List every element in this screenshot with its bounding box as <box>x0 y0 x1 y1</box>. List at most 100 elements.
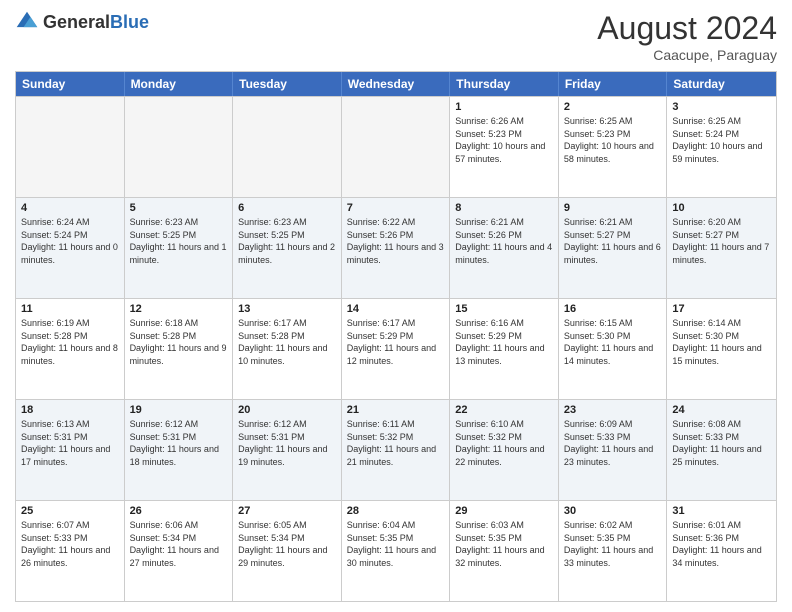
day-info: Sunrise: 6:01 AMSunset: 5:36 PMDaylight:… <box>672 519 771 569</box>
day-number: 22 <box>455 404 553 416</box>
day-cell-22: 22 Sunrise: 6:10 AMSunset: 5:32 PMDayligh… <box>450 400 559 500</box>
day-cell-13: 13 Sunrise: 6:17 AMSunset: 5:28 PMDayligh… <box>233 299 342 399</box>
header: GeneralBlue August 2024 Caacupe, Paragua… <box>15 10 777 63</box>
day-info: Sunrise: 6:02 AMSunset: 5:35 PMDaylight:… <box>564 519 662 569</box>
day-cell-8: 8 Sunrise: 6:21 AMSunset: 5:26 PMDaylight… <box>450 198 559 298</box>
day-number: 3 <box>672 101 771 113</box>
day-number: 29 <box>455 505 553 517</box>
day-cell-19: 19 Sunrise: 6:12 AMSunset: 5:31 PMDayligh… <box>125 400 234 500</box>
day-cell-26: 26Sunrise: 6:06 AMSunset: 5:34 PMDayligh… <box>125 501 234 601</box>
day-number: 18 <box>21 404 119 416</box>
calendar-row-1: 1 Sunrise: 6:26 AMSunset: 5:23 PMDaylight… <box>16 96 776 197</box>
day-info: Sunrise: 6:08 AMSunset: 5:33 PMDaylight:… <box>672 418 771 468</box>
subtitle: Caacupe, Paraguay <box>597 47 777 63</box>
day-info: Sunrise: 6:09 AMSunset: 5:33 PMDaylight:… <box>564 418 662 468</box>
day-info: Sunrise: 6:23 AMSunset: 5:25 PMDaylight:… <box>238 216 336 266</box>
day-info: Sunrise: 6:13 AMSunset: 5:31 PMDaylight:… <box>21 418 119 468</box>
day-info: Sunrise: 6:12 AMSunset: 5:31 PMDaylight:… <box>130 418 228 468</box>
day-number: 7 <box>347 202 445 214</box>
day-number: 16 <box>564 303 662 315</box>
day-number: 4 <box>21 202 119 214</box>
day-number: 6 <box>238 202 336 214</box>
day-number: 28 <box>347 505 445 517</box>
day-info: Sunrise: 6:21 AMSunset: 5:27 PMDaylight:… <box>564 216 662 266</box>
day-number: 8 <box>455 202 553 214</box>
day-info: Sunrise: 6:25 AMSunset: 5:23 PMDaylight:… <box>564 115 662 165</box>
header-day-friday: Friday <box>559 72 668 96</box>
header-day-monday: Monday <box>125 72 234 96</box>
header-day-thursday: Thursday <box>450 72 559 96</box>
header-day-saturday: Saturday <box>667 72 776 96</box>
day-info: Sunrise: 6:26 AMSunset: 5:23 PMDaylight:… <box>455 115 553 165</box>
day-info: Sunrise: 6:21 AMSunset: 5:26 PMDaylight:… <box>455 216 553 266</box>
day-info: Sunrise: 6:07 AMSunset: 5:33 PMDaylight:… <box>21 519 119 569</box>
day-info: Sunrise: 6:12 AMSunset: 5:31 PMDaylight:… <box>238 418 336 468</box>
page: GeneralBlue August 2024 Caacupe, Paragua… <box>0 0 792 612</box>
day-info: Sunrise: 6:15 AMSunset: 5:30 PMDaylight:… <box>564 317 662 367</box>
day-cell-21: 21Sunrise: 6:11 AMSunset: 5:32 PMDayligh… <box>342 400 451 500</box>
calendar-row-4: 18 Sunrise: 6:13 AMSunset: 5:31 PMDayligh… <box>16 399 776 500</box>
day-info: Sunrise: 6:14 AMSunset: 5:30 PMDaylight:… <box>672 317 771 367</box>
day-cell-1: 1 Sunrise: 6:26 AMSunset: 5:23 PMDaylight… <box>450 97 559 197</box>
day-cell-2: 2 Sunrise: 6:25 AMSunset: 5:23 PMDaylight… <box>559 97 668 197</box>
day-number: 20 <box>238 404 336 416</box>
day-cell-24: 24 Sunrise: 6:08 AMSunset: 5:33 PMDayligh… <box>667 400 776 500</box>
header-day-tuesday: Tuesday <box>233 72 342 96</box>
day-number: 14 <box>347 303 445 315</box>
day-number: 5 <box>130 202 228 214</box>
day-cell-28: 28 Sunrise: 6:04 AMSunset: 5:35 PMDayligh… <box>342 501 451 601</box>
day-info: Sunrise: 6:22 AMSunset: 5:26 PMDaylight:… <box>347 216 445 266</box>
day-number: 17 <box>672 303 771 315</box>
logo: GeneralBlue <box>15 10 149 34</box>
day-info: Sunrise: 6:25 AMSunset: 5:24 PMDaylight:… <box>672 115 771 165</box>
day-number: 2 <box>564 101 662 113</box>
logo-general: General <box>43 12 110 32</box>
day-info: Sunrise: 6:10 AMSunset: 5:32 PMDaylight:… <box>455 418 553 468</box>
day-number: 1 <box>455 101 553 113</box>
day-cell-27: 27Sunrise: 6:05 AMSunset: 5:34 PMDayligh… <box>233 501 342 601</box>
day-number: 24 <box>672 404 771 416</box>
day-number: 13 <box>238 303 336 315</box>
day-number: 9 <box>564 202 662 214</box>
day-number: 15 <box>455 303 553 315</box>
day-cell-11: 11 Sunrise: 6:19 AMSunset: 5:28 PMDayligh… <box>16 299 125 399</box>
day-number: 21 <box>347 404 445 416</box>
logo-blue: Blue <box>110 12 149 32</box>
day-info: Sunrise: 6:18 AMSunset: 5:28 PMDaylight:… <box>130 317 228 367</box>
day-cell-15: 15 Sunrise: 6:16 AMSunset: 5:29 PMDayligh… <box>450 299 559 399</box>
day-info: Sunrise: 6:17 AMSunset: 5:28 PMDaylight:… <box>238 317 336 367</box>
day-cell-7: 7 Sunrise: 6:22 AMSunset: 5:26 PMDaylight… <box>342 198 451 298</box>
day-info: Sunrise: 6:19 AMSunset: 5:28 PMDaylight:… <box>21 317 119 367</box>
day-cell-12: 12Sunrise: 6:18 AMSunset: 5:28 PMDayligh… <box>125 299 234 399</box>
day-cell-29: 29Sunrise: 6:03 AMSunset: 5:35 PMDayligh… <box>450 501 559 601</box>
calendar-header: SundayMondayTuesdayWednesdayThursdayFrid… <box>16 72 776 96</box>
empty-cell <box>342 97 451 197</box>
day-cell-10: 10Sunrise: 6:20 AMSunset: 5:27 PMDayligh… <box>667 198 776 298</box>
day-cell-31: 31 Sunrise: 6:01 AMSunset: 5:36 PMDayligh… <box>667 501 776 601</box>
day-number: 27 <box>238 505 336 517</box>
day-cell-5: 5 Sunrise: 6:23 AMSunset: 5:25 PMDaylight… <box>125 198 234 298</box>
day-info: Sunrise: 6:04 AMSunset: 5:35 PMDaylight:… <box>347 519 445 569</box>
day-info: Sunrise: 6:24 AMSunset: 5:24 PMDaylight:… <box>21 216 119 266</box>
day-cell-25: 25 Sunrise: 6:07 AMSunset: 5:33 PMDayligh… <box>16 501 125 601</box>
calendar-row-2: 4 Sunrise: 6:24 AMSunset: 5:24 PMDaylight… <box>16 197 776 298</box>
calendar-row-3: 11 Sunrise: 6:19 AMSunset: 5:28 PMDayligh… <box>16 298 776 399</box>
day-number: 25 <box>21 505 119 517</box>
day-cell-17: 17 Sunrise: 6:14 AMSunset: 5:30 PMDayligh… <box>667 299 776 399</box>
day-cell-23: 23 Sunrise: 6:09 AMSunset: 5:33 PMDayligh… <box>559 400 668 500</box>
empty-cell <box>16 97 125 197</box>
month-title: August 2024 <box>597 10 777 47</box>
day-info: Sunrise: 6:06 AMSunset: 5:34 PMDaylight:… <box>130 519 228 569</box>
calendar-body: 1 Sunrise: 6:26 AMSunset: 5:23 PMDaylight… <box>16 96 776 601</box>
empty-cell <box>233 97 342 197</box>
day-info: Sunrise: 6:16 AMSunset: 5:29 PMDaylight:… <box>455 317 553 367</box>
header-day-sunday: Sunday <box>16 72 125 96</box>
day-info: Sunrise: 6:23 AMSunset: 5:25 PMDaylight:… <box>130 216 228 266</box>
day-number: 31 <box>672 505 771 517</box>
day-number: 11 <box>21 303 119 315</box>
header-right: August 2024 Caacupe, Paraguay <box>597 10 777 63</box>
day-number: 19 <box>130 404 228 416</box>
day-number: 23 <box>564 404 662 416</box>
day-number: 10 <box>672 202 771 214</box>
day-number: 30 <box>564 505 662 517</box>
